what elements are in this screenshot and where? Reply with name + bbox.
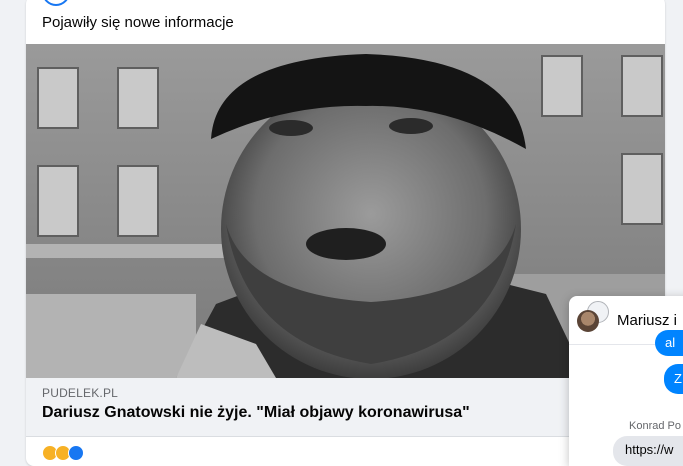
page-avatar[interactable] bbox=[42, 0, 70, 6]
chat-title[interactable]: Mariusz i bbox=[617, 312, 677, 329]
chat-avatar bbox=[577, 310, 599, 332]
reaction-summary[interactable] bbox=[42, 445, 84, 461]
post-text: Pojawiły się nowe informacje bbox=[42, 14, 234, 31]
outgoing-message[interactable]: Z bbox=[664, 364, 683, 394]
link-title[interactable]: Dariusz Gnatowski nie żyje. "Miał objawy… bbox=[42, 404, 470, 422]
chat-window[interactable]: Mariusz i al Z Konrad Po https://w bbox=[569, 296, 683, 466]
message-sender-name: Konrad Po bbox=[629, 420, 681, 432]
page-name[interactable] bbox=[76, 0, 156, 2]
like-reaction-icon bbox=[68, 445, 84, 461]
link-domain: PUDELEK.PL bbox=[42, 386, 119, 400]
outgoing-message[interactable]: al bbox=[655, 330, 683, 356]
incoming-message[interactable]: https://w bbox=[613, 436, 683, 466]
